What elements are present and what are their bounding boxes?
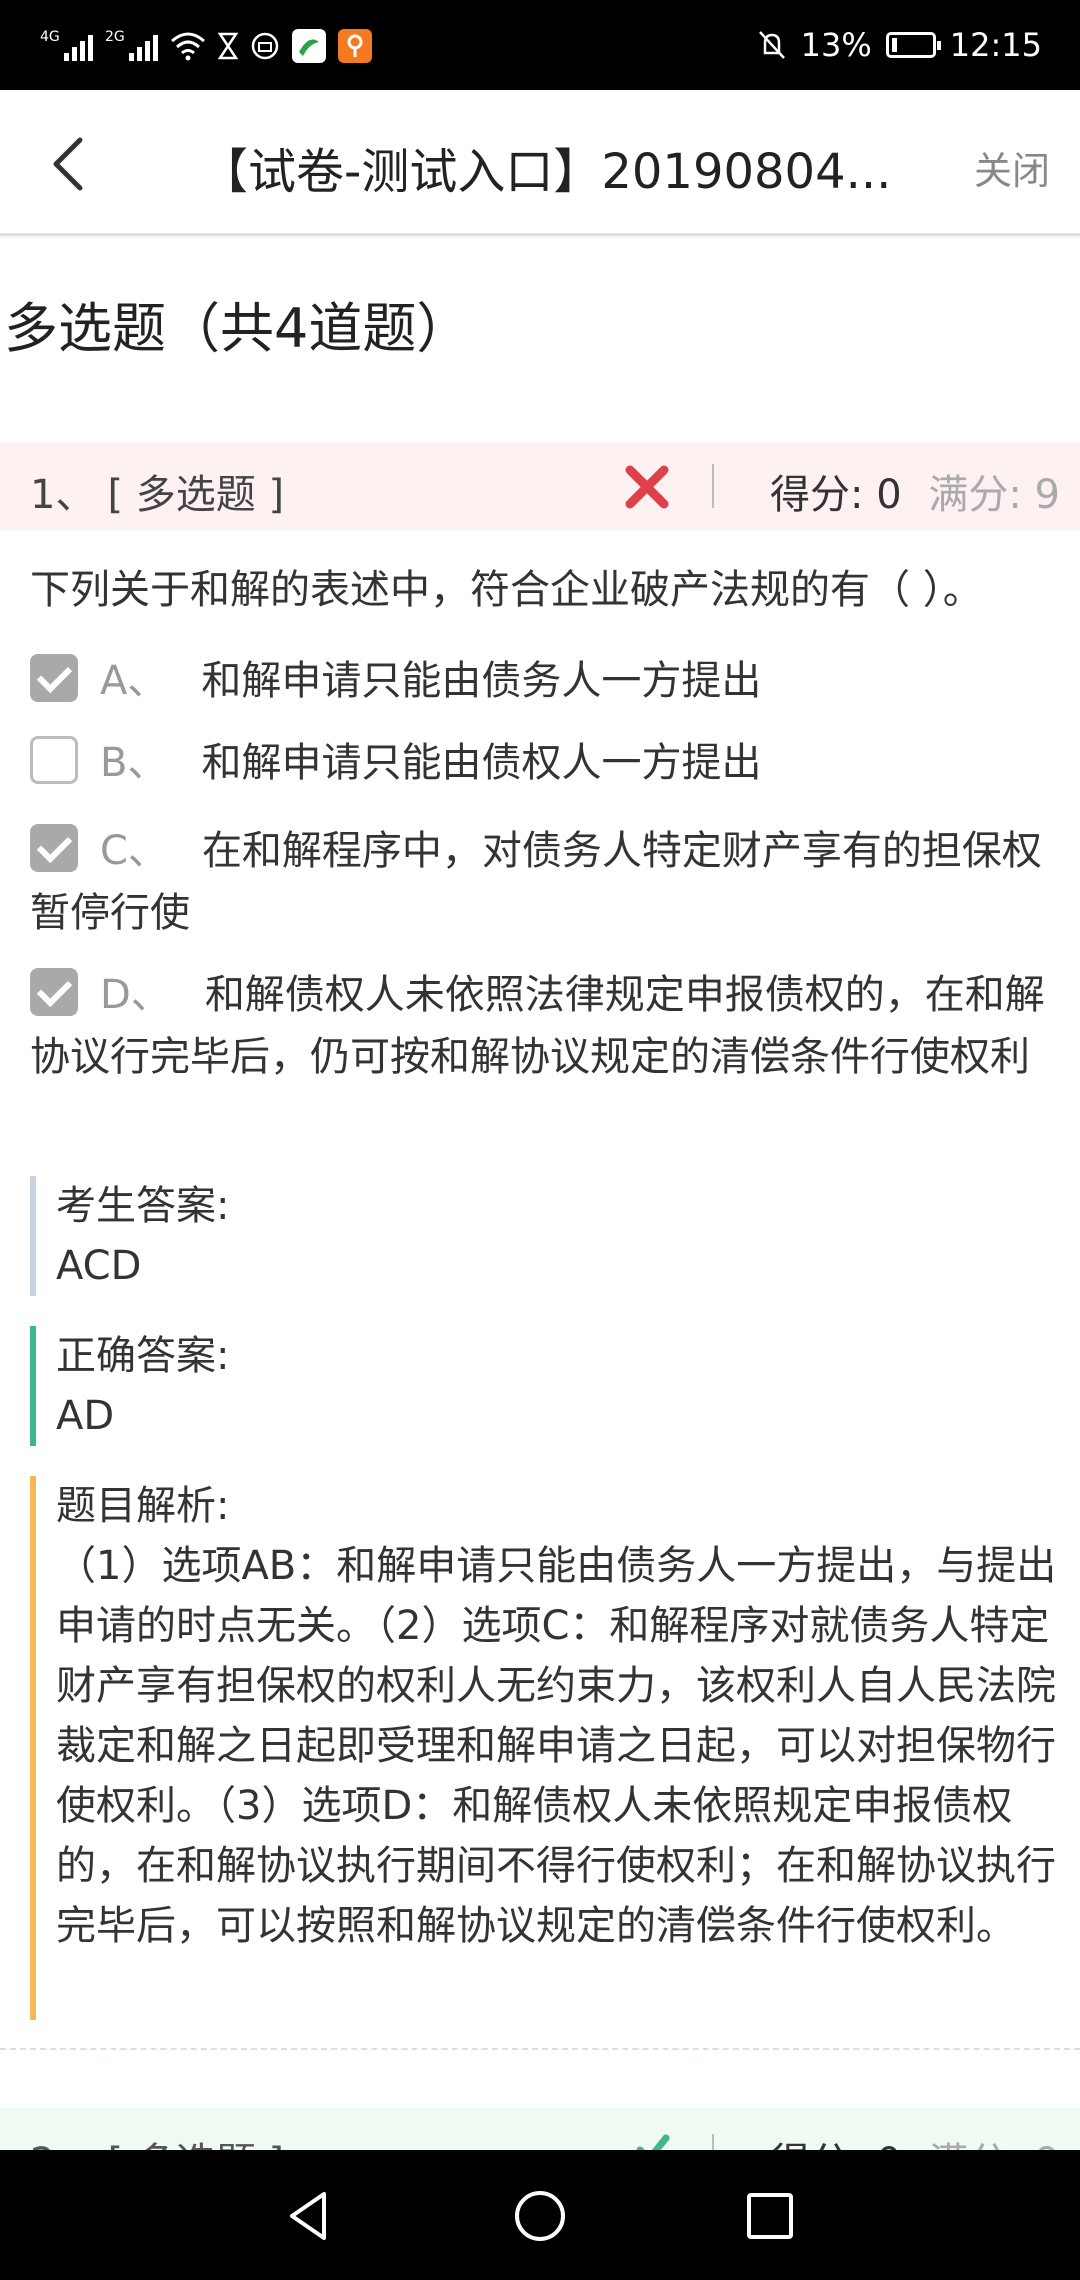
correct-check-icon	[636, 2134, 670, 2150]
clock-time: 12:15	[949, 26, 1042, 64]
option-text: 和解申请只能由债务人一方提出	[201, 658, 762, 704]
question-header: 1、[ 多选题 ] 得分: 0 满分: 9	[0, 442, 1080, 530]
student-answer-value: ACD	[56, 1243, 142, 1289]
correct-answer-value: AD	[56, 1393, 115, 1439]
option-text: 在和解程序中，对债务人特定财产享有的担保权暂停行使	[30, 828, 1042, 936]
option-a[interactable]: A、 和解申请只能由债务人一方提出	[30, 650, 1080, 712]
checkbox-checked-icon[interactable]	[30, 824, 78, 872]
score-label: 得分: 0	[770, 2130, 902, 2150]
student-answer-block: 考生答案: ACD	[30, 1176, 1080, 1296]
option-key: C、	[100, 828, 168, 874]
system-nav-bar	[0, 2150, 1080, 2280]
back-triangle-icon[interactable]	[280, 2188, 336, 2244]
option-d[interactable]: D、 和解债权人未依照法律规定申报债权的，在和解协议行完毕后，仍可按和解协议规定的…	[30, 964, 1080, 1088]
recents-square-icon[interactable]	[742, 2188, 798, 2244]
hourglass-icon	[218, 32, 238, 60]
home-circle-icon[interactable]	[512, 2188, 568, 2244]
option-key: B、	[100, 740, 168, 786]
mute-icon	[758, 31, 785, 59]
option-key: A、	[100, 658, 168, 704]
student-answer-label: 考生答案:	[56, 1183, 230, 1229]
chevron-left-icon[interactable]	[44, 134, 94, 194]
checkbox-unchecked-icon[interactable]	[30, 736, 78, 784]
wifi-icon	[171, 32, 205, 61]
battery-icon	[885, 32, 941, 58]
score-label: 得分: 0	[770, 472, 902, 518]
question-number: 2、[ 多选题 ]	[30, 2130, 284, 2150]
option-key: D、	[100, 972, 171, 1018]
correct-answer-label: 正确答案:	[56, 1333, 230, 1379]
full-score-label: 满分: 9	[928, 472, 1060, 518]
divider	[0, 2048, 1080, 2050]
checkbox-checked-icon[interactable]	[30, 968, 78, 1016]
option-c[interactable]: C、 在和解程序中，对债务人特定财产享有的担保权暂停行使	[30, 820, 1080, 944]
wrong-x-icon	[625, 465, 669, 509]
full-score-label: 满分: 9	[928, 2130, 1060, 2150]
section-title: 多选题（共4道题）	[4, 297, 471, 360]
network-type-label: 2G	[105, 29, 125, 45]
analysis-block: 题目解析: （1）选项AB：和解申请只能由债务人一方提出，与提出申请的时点无关。…	[30, 1476, 1080, 2020]
analysis-text: （1）选项AB：和解申请只能由债务人一方提出，与提出申请的时点无关。（2）选项C…	[56, 1543, 1057, 1949]
top-nav-bar: 【试卷-测试入口】20190804... 关闭	[0, 90, 1080, 236]
divider	[712, 464, 714, 508]
status-icons-right: 13% 12:15	[757, 22, 1042, 68]
signal-icon: 2G	[105, 29, 158, 61]
page-title: 【试卷-测试入口】20190804...	[200, 144, 892, 200]
divider	[712, 2134, 714, 2150]
question-text: 下列关于和解的表述中，符合企业破产法规的有（ ）。	[30, 567, 983, 613]
app-icon	[338, 29, 372, 63]
checkbox-checked-icon[interactable]	[30, 654, 78, 702]
analysis-label: 题目解析:	[56, 1483, 230, 1529]
option-text: 和解债权人未依照法律规定申报债权的，在和解协议行完毕后，仍可按和解协议规定的清偿…	[30, 972, 1045, 1080]
shield-icon	[251, 32, 279, 60]
option-text: 和解申请只能由债权人一方提出	[201, 740, 762, 786]
close-button[interactable]: 关闭	[974, 140, 1050, 195]
network-type-label: 4G	[40, 29, 60, 45]
correct-answer-block: 正确答案: AD	[30, 1326, 1080, 1446]
signal-icon: 4G	[40, 29, 93, 61]
option-b[interactable]: B、 和解申请只能由债权人一方提出	[30, 732, 1080, 794]
status-bar: 4G 2G 13% 12:15	[0, 0, 1080, 90]
question-number: 1、[ 多选题 ]	[30, 472, 285, 518]
question-header: 2、[ 多选题 ] 得分: 0 满分: 9	[0, 2108, 1080, 2150]
status-icons-left: 4G 2G	[40, 24, 372, 68]
battery-percent: 13%	[800, 26, 872, 64]
app-icon	[292, 29, 326, 63]
